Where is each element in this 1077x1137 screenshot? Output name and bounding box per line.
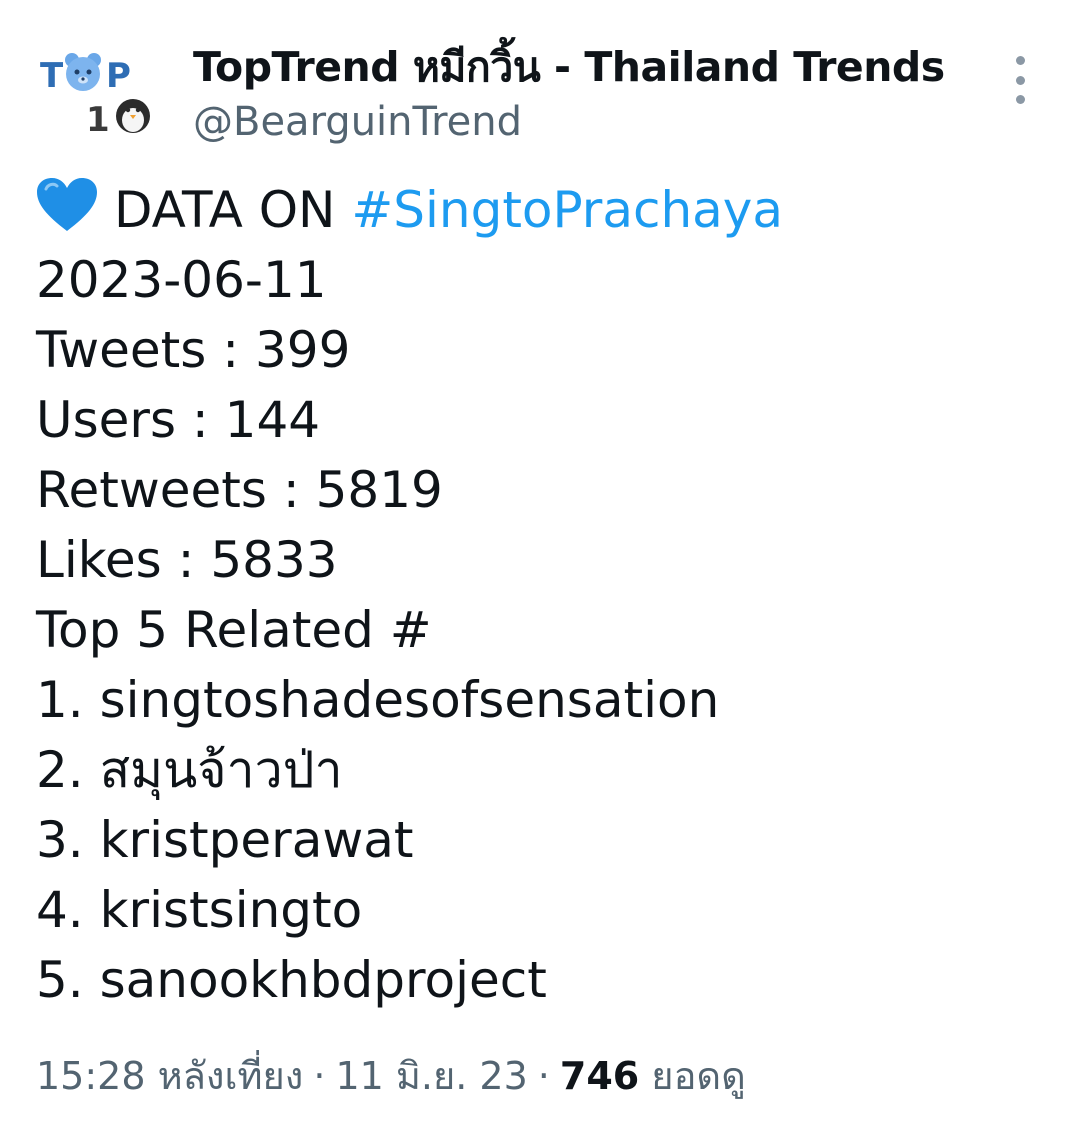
tweet-line-title: DATA ON #SingtoPrachaya <box>36 175 1046 245</box>
tweet-line-likes: Likes : 5833 <box>36 531 338 589</box>
blue-heart-icon <box>37 178 97 231</box>
tweet-line-users: Users : 144 <box>36 391 321 449</box>
related-tag-4: 4. kristsingto <box>36 881 363 939</box>
tweet-line-retweets: Retweets : 5819 <box>36 461 443 519</box>
views-count[interactable]: 746 <box>560 1054 639 1098</box>
more-options-dot <box>1015 95 1025 104</box>
tweet-header: TopTrend หมีกวิ้น - Thailand Trends @Bea… <box>193 40 945 150</box>
more-options-button[interactable] <box>1000 56 1040 104</box>
tweet-line-tweets: Tweets : 399 <box>36 321 351 379</box>
tweet-line-date: 2023-06-11 <box>36 251 327 309</box>
display-name[interactable]: TopTrend หมีกวิ้น - Thailand Trends <box>193 40 945 94</box>
bear-penguin-logo-icon: T P 1 <box>40 53 150 140</box>
tweet-text: DATA ON #SingtoPrachaya 2023-06-11 Tweet… <box>36 175 1046 1015</box>
tweet-meta: 15:28 หลังเที่ยง · 11 มิ.ย. 23 · 746 ยอดดู <box>36 1048 746 1104</box>
svg-text:T: T <box>40 56 64 96</box>
related-tag-2: 2. สมุนจ้าวป่า <box>36 741 343 799</box>
penguin-icon <box>116 99 150 133</box>
avatar[interactable]: T P 1 <box>30 40 160 140</box>
tweet-time[interactable]: 15:28 หลังเที่ยง <box>36 1054 303 1098</box>
more-options-dot <box>1015 75 1025 85</box>
hashtag-link[interactable]: #SingtoPrachaya <box>351 181 783 239</box>
meta-separator: · <box>537 1054 550 1098</box>
related-tag-5: 5. sanookhbdproject <box>36 951 547 1009</box>
user-handle[interactable]: @BearguinTrend <box>193 94 945 150</box>
views-label: ยอดดู <box>651 1054 746 1098</box>
bear-icon <box>65 53 101 91</box>
more-options-icon <box>1015 56 1025 65</box>
related-tag-3: 3. kristperawat <box>36 811 414 869</box>
related-tag-1: 1. singtoshadesofsensation <box>36 671 720 729</box>
tweet-date[interactable]: 11 มิ.ย. 23 <box>335 1054 527 1098</box>
meta-separator: · <box>313 1054 326 1098</box>
data-on-label: DATA ON <box>114 181 336 239</box>
svg-text:P: P <box>106 56 131 96</box>
svg-text:1: 1 <box>86 100 110 140</box>
tweet-line-related-heading: Top 5 Related # <box>36 601 432 659</box>
